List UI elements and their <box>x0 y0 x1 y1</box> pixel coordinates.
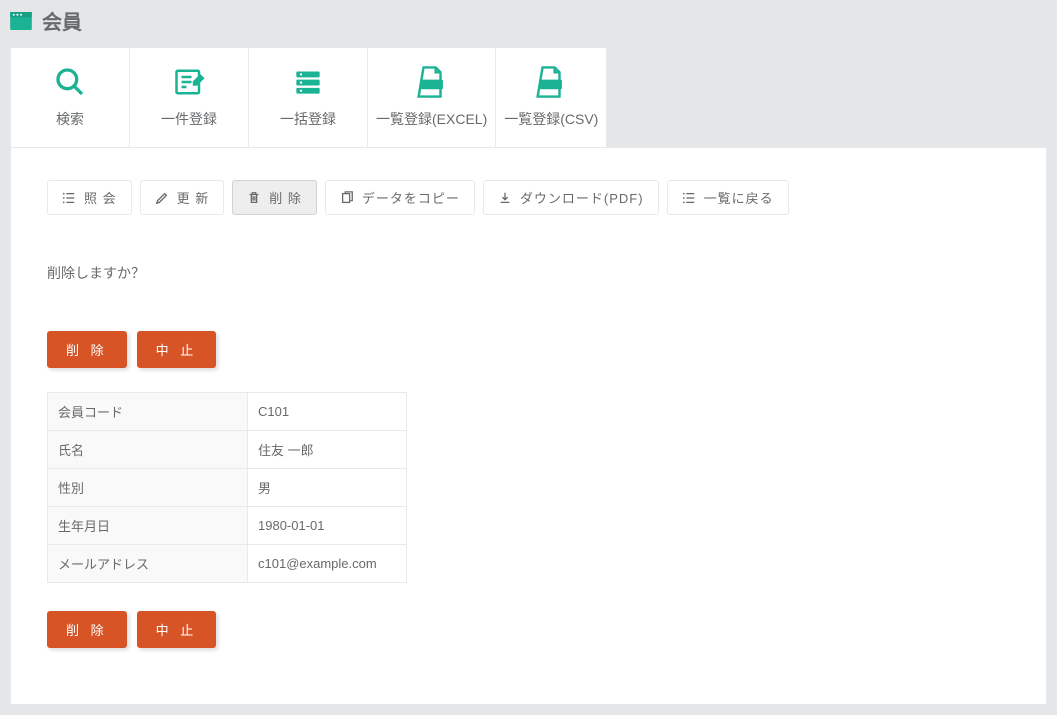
list-icon <box>682 191 696 205</box>
tab-list-register-excel[interactable]: XLS 一覧登録(EXCEL) <box>367 47 496 147</box>
confirm-delete-button[interactable]: 削 除 <box>47 331 127 368</box>
action-row-top: 削 除 中 止 <box>47 331 1010 368</box>
tab-bulk-register[interactable]: 一括登録 <box>248 47 368 147</box>
svg-text:XLS: XLS <box>425 79 439 88</box>
stack-icon <box>288 67 328 97</box>
download-button[interactable]: ダウンロード(PDF) <box>483 180 659 215</box>
pencil-icon <box>155 191 169 205</box>
back-button[interactable]: 一覧に戻る <box>667 180 789 215</box>
field-label: 性別 <box>48 469 248 507</box>
field-label: 氏名 <box>48 431 248 469</box>
table-row: 氏名住友 一郎 <box>48 431 407 469</box>
tab-list-register-csv[interactable]: CSV 一覧登録(CSV) <box>495 47 607 147</box>
field-value: 住友 一郎 <box>248 431 407 469</box>
field-value: c101@example.com <box>248 545 407 583</box>
button-label: 更 新 <box>177 188 210 207</box>
table-row: 性別男 <box>48 469 407 507</box>
toolbar: 照 会 更 新 削 除 <box>47 180 1010 215</box>
list-icon <box>62 191 76 205</box>
button-label: 照 会 <box>84 188 117 207</box>
table-row: 会員コードC101 <box>48 393 407 431</box>
tab-label: 一覧登録(CSV) <box>504 109 598 129</box>
confirm-delete-button[interactable]: 削 除 <box>47 611 127 648</box>
page-header: 会員 <box>0 0 1057 47</box>
record-detail-table: 会員コードC101氏名住友 一郎性別男生年月日1980-01-01メールアドレス… <box>47 392 407 583</box>
table-row: 生年月日1980-01-01 <box>48 507 407 545</box>
window-icon <box>10 12 32 30</box>
update-button[interactable]: 更 新 <box>140 180 225 215</box>
cancel-button[interactable]: 中 止 <box>137 611 217 648</box>
tab-label: 一覧登録(EXCEL) <box>376 109 487 129</box>
tab-label: 一括登録 <box>280 109 336 129</box>
field-value: 男 <box>248 469 407 507</box>
button-label: 削 除 <box>269 188 302 207</box>
download-icon <box>498 191 512 205</box>
svg-text:CSV: CSV <box>544 79 559 88</box>
confirm-prompt: 削除しますか？ <box>47 263 1010 283</box>
content-panel: 照 会 更 新 削 除 <box>10 147 1047 705</box>
file-xls-icon: XLS <box>412 67 452 97</box>
button-label: データをコピー <box>362 188 460 207</box>
field-label: 会員コード <box>48 393 248 431</box>
field-label: メールアドレス <box>48 545 248 583</box>
tab-label: 検索 <box>56 109 84 129</box>
view-button[interactable]: 照 会 <box>47 180 132 215</box>
button-label: ダウンロード(PDF) <box>520 188 644 207</box>
file-csv-icon: CSV <box>531 67 571 97</box>
field-label: 生年月日 <box>48 507 248 545</box>
edit-icon <box>169 67 209 97</box>
page-title: 会員 <box>42 6 82 35</box>
field-value: 1980-01-01 <box>248 507 407 545</box>
tab-single-register[interactable]: 一件登録 <box>129 47 249 147</box>
tab-search[interactable]: 検索 <box>10 47 130 147</box>
delete-button[interactable]: 削 除 <box>232 180 317 215</box>
cancel-button[interactable]: 中 止 <box>137 331 217 368</box>
field-value: C101 <box>248 393 407 431</box>
action-row-bottom: 削 除 中 止 <box>47 611 1010 648</box>
button-label: 一覧に戻る <box>704 188 774 207</box>
table-row: メールアドレスc101@example.com <box>48 545 407 583</box>
copy-icon <box>340 191 354 205</box>
copy-button[interactable]: データをコピー <box>325 180 475 215</box>
search-icon <box>50 67 90 97</box>
tab-label: 一件登録 <box>161 109 217 129</box>
tab-bar: 検索 一件登録 一括登録 <box>10 47 1057 147</box>
trash-icon <box>247 191 261 205</box>
